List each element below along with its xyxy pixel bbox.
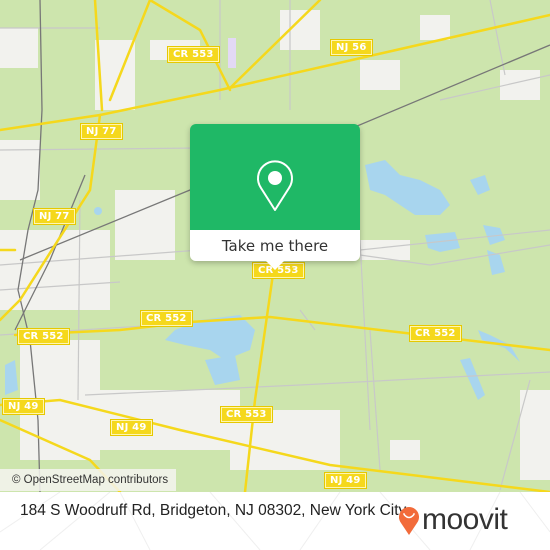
road-label-nj49: NJ 49	[325, 473, 366, 488]
road-label-cr553: CR 553	[221, 407, 272, 422]
map-pin-icon	[257, 160, 293, 211]
address-text: 184 S Woodruff Rd, Bridgeton, NJ 08302, …	[20, 502, 407, 519]
road-label-nj77: NJ 77	[34, 209, 75, 224]
popup-pointer	[265, 260, 285, 270]
road-label-nj49: NJ 49	[3, 399, 44, 414]
popup-header	[190, 124, 360, 230]
road-label-nj56: NJ 56	[331, 40, 372, 55]
road-label-cr553: CR 553	[168, 47, 219, 62]
road-label-nj49: NJ 49	[111, 420, 152, 435]
road-label-nj77: NJ 77	[81, 124, 122, 139]
moovit-wordmark: moovit	[422, 503, 508, 536]
moovit-logo[interactable]: moovit	[398, 502, 508, 538]
landuse-patch	[228, 38, 236, 68]
take-me-there-button[interactable]: Take me there	[190, 230, 360, 261]
moovit-pin-icon	[399, 507, 419, 535]
road-label-cr552: CR 552	[141, 311, 192, 326]
road-label-cr552: CR 552	[18, 329, 69, 344]
take-me-there-label: Take me there	[221, 236, 329, 255]
road-label-cr552: CR 552	[410, 326, 461, 341]
footer: 184 S Woodruff Rd, Bridgeton, NJ 08302, …	[0, 492, 550, 550]
map[interactable]: CR 553 NJ 56 NJ 77 NJ 77 CR 553 CR 552 C…	[0, 0, 550, 492]
map-attribution[interactable]: © OpenStreetMap contributors	[0, 469, 177, 491]
location-popup: Take me there	[190, 124, 360, 270]
